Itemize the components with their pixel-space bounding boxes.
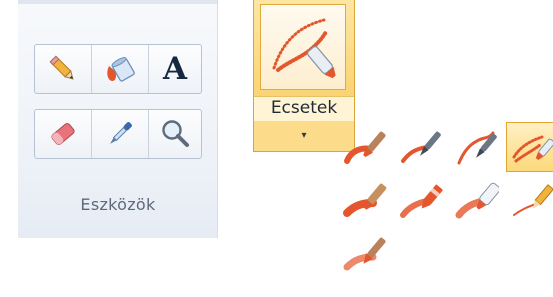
tools-group: A Eszközök	[18, 0, 218, 238]
gallery-natural-pencil[interactable]	[506, 178, 553, 228]
marker-icon	[455, 182, 499, 219]
gallery-airbrush-selected[interactable]	[506, 122, 553, 172]
paint-ribbon-area: A Eszközök Ecsetek ▾	[0, 0, 553, 297]
airbrush-icon	[272, 18, 336, 79]
brushes-preview-icon	[260, 4, 346, 90]
brushes-label: Ecsetek	[254, 96, 354, 121]
gallery-watercolor-brush[interactable]	[339, 232, 391, 282]
tools-row-top: A	[34, 44, 202, 94]
color-picker-tool-button[interactable]	[92, 110, 149, 158]
pencil-tool-button[interactable]	[35, 45, 92, 93]
text-icon: A	[162, 50, 188, 87]
eraser-tool-button[interactable]	[35, 110, 92, 158]
magnifier-tool-button[interactable]	[149, 110, 201, 158]
paint-bucket-icon	[107, 57, 135, 82]
gallery-marker[interactable]	[451, 178, 503, 228]
brush-icon	[344, 131, 386, 164]
gallery-calligraphy-brush-2[interactable]	[451, 124, 503, 174]
tools-row-bottom	[34, 109, 202, 159]
calligraphy-brush-1-icon	[401, 131, 441, 163]
oil-brush-icon	[343, 183, 387, 217]
gallery-oil-brush[interactable]	[339, 178, 391, 228]
gallery-calligraphy-brush-1[interactable]	[395, 124, 447, 174]
eraser-icon	[51, 123, 75, 145]
crayon-icon	[400, 184, 443, 218]
pencil-icon	[49, 55, 74, 80]
gallery-crayon[interactable]	[395, 178, 447, 228]
fill-tool-button[interactable]	[92, 45, 149, 93]
text-tool-button[interactable]: A	[149, 45, 201, 93]
airbrush-icon	[512, 135, 553, 163]
eyedropper-icon	[110, 122, 132, 144]
watercolor-brush-icon	[343, 237, 386, 271]
natural-pencil-icon	[513, 184, 553, 216]
magnifier-icon	[162, 120, 189, 147]
calligraphy-brush-2-icon	[457, 131, 497, 165]
tools-group-label: Eszközök	[80, 195, 156, 214]
brushes-gallery	[335, 120, 553, 297]
gallery-brush[interactable]	[339, 124, 391, 174]
